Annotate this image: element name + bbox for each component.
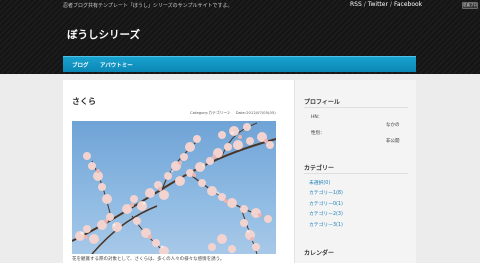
post-title[interactable]: さくら bbox=[72, 96, 96, 107]
cherry-blossom-photo bbox=[72, 121, 276, 254]
ninja-blog-badge[interactable]: 忍者ブログ bbox=[462, 2, 478, 9]
category-link[interactable]: カテゴリー3(1) bbox=[309, 221, 343, 228]
rss-link[interactable]: RSS bbox=[350, 1, 362, 8]
site-tagline: 忍者ブログ共有テンプレート「ぼうし」シリーズのサンプルサイトですよ。 bbox=[63, 3, 233, 9]
post-date: Date:2012/07/05(05) bbox=[235, 110, 276, 115]
gender-label: 性別： bbox=[311, 131, 325, 136]
category-link[interactable]: カテゴリー0(1) bbox=[309, 200, 343, 207]
facebook-link[interactable]: Facebook bbox=[394, 1, 422, 8]
post-excerpt: 花を観賞する際の対象として、さくらは、多くの人々の様々な感情を誘う。 bbox=[72, 257, 225, 262]
twitter-link[interactable]: Twitter bbox=[368, 1, 388, 8]
link-separator: / bbox=[363, 1, 366, 8]
main-nav: ブログ アバウトミー bbox=[63, 56, 416, 72]
post-meta: Category:カテゴリー2 Date:2012/07/05(05) bbox=[190, 110, 276, 116]
calendar-heading: カレンダー bbox=[304, 250, 335, 257]
divider bbox=[304, 107, 408, 108]
category-link[interactable]: カテゴリー2(3) bbox=[309, 210, 343, 217]
categories-heading: カテゴリー bbox=[304, 165, 335, 172]
hn-label: HN： bbox=[311, 115, 323, 120]
site-title[interactable]: ぼうしシリーズ bbox=[67, 27, 140, 42]
nav-item-blog[interactable]: ブログ bbox=[72, 61, 89, 69]
category-link[interactable]: 未選択(0) bbox=[309, 179, 330, 186]
link-separator: / bbox=[389, 1, 392, 8]
post-category[interactable]: Category:カテゴリー2 bbox=[190, 110, 230, 115]
profile-heading: プロフィール bbox=[304, 99, 340, 106]
gender-value: 非公開 bbox=[386, 139, 400, 144]
header-links: RSS / Twitter / Facebook bbox=[350, 1, 422, 8]
nav-item-about[interactable]: アバウトミー bbox=[100, 61, 133, 69]
divider bbox=[304, 173, 408, 174]
category-link[interactable]: カテゴリー1(8) bbox=[309, 189, 343, 196]
hn-value: なかの bbox=[386, 123, 400, 128]
